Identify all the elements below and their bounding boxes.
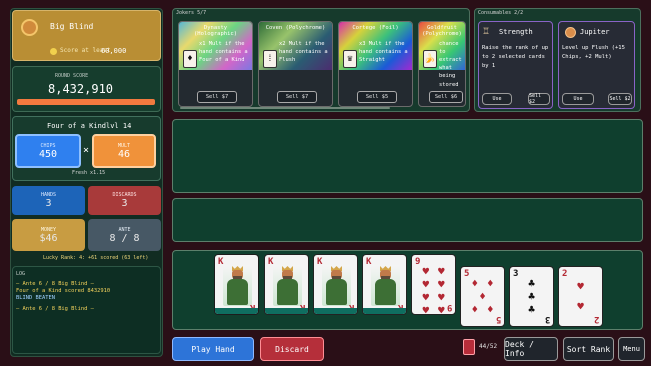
play-hand-button[interactable]: Play Hand: [172, 337, 254, 361]
joker-sell-button[interactable]: Sell $7: [197, 91, 237, 103]
discards-value: 3: [121, 198, 128, 209]
money-value: $46: [39, 232, 58, 244]
joker-sell-button[interactable]: Sell $5: [357, 91, 397, 103]
joker-sell-button[interactable]: Sell $7: [277, 91, 317, 103]
card-rank-bottom: 3: [544, 314, 550, 324]
hand-note: Fresh x1.15: [72, 170, 106, 176]
playing-card-king-diamonds[interactable]: K K: [362, 254, 407, 315]
playing-card-five-diamonds[interactable]: 5 ♦ ♦ ♦ ♦ ♦ 5: [460, 266, 505, 327]
diamond-pips: ♦ ♦ ♦ ♦ ♦: [471, 277, 494, 316]
playing-card-nine-hearts[interactable]: 9 ♥ ♥ ♥ ♥ ♥ ♥ ♥ ♥ 9: [411, 254, 456, 315]
round-score-value: 8,432,910: [48, 82, 114, 96]
card-rank-bottom: 2: [593, 314, 599, 324]
multiply-sign: ×: [83, 145, 90, 156]
joker-desc: x1 Mult if the hand contains a Four of a…: [199, 41, 248, 64]
ante-box: ANTE 8 / 8: [88, 219, 161, 251]
joker-title: Coven (Polychrome): [265, 25, 326, 31]
discard-area: [172, 198, 643, 242]
hands-value: 3: [45, 198, 52, 209]
heart-pips: ♥ ♥ ♥ ♥ ♥ ♥ ♥ ♥: [422, 265, 445, 315]
round-progress-bar: [17, 99, 155, 105]
deck-icon: [463, 339, 475, 355]
menu-button[interactable]: Menu: [618, 337, 645, 361]
hand-name: Four of a Kind: [47, 122, 107, 130]
consumable-title: Jupiter: [580, 28, 610, 36]
log-title: LOG: [16, 271, 26, 277]
banana-icon: 🍌: [423, 50, 437, 68]
deck-info-button[interactable]: Deck / Info: [504, 337, 558, 361]
discards-box: DISCARDS 3: [88, 186, 161, 215]
consumable-use-button[interactable]: Use: [562, 93, 594, 105]
joker-card[interactable]: Goldfruit (Polychrome) 🍌 chance to extra…: [418, 21, 466, 107]
king-face-icon: [273, 265, 302, 306]
joker-title: Dynasty (Holographic): [193, 25, 238, 37]
joker-sell-button[interactable]: Sell $6: [429, 91, 463, 103]
dynasty-icon: ♦: [183, 50, 197, 68]
king-face-icon: [322, 265, 351, 306]
joker-title: Cortege (Foil): [352, 25, 399, 31]
joker-card[interactable]: Cortege (Foil) ♛ x3 Mult if the hand con…: [338, 21, 413, 107]
deck-count: 44/52: [479, 343, 498, 350]
lucky-rank-text: Lucky Rank: 4: +61 scored (63 left): [43, 255, 149, 261]
play-area: [172, 119, 643, 193]
cortege-icon: ♛: [343, 50, 357, 68]
joker-title: Goldfruit (Polychrome): [422, 25, 462, 37]
playing-card-two-hearts[interactable]: 2 ♥ ♥ 2: [558, 266, 603, 327]
joker-card[interactable]: Coven (Polychrome) ⁞ x2 Mult if the hand…: [258, 21, 333, 107]
jupiter-icon: [565, 27, 576, 38]
consumable-sell-button[interactable]: Sell $2: [528, 93, 550, 105]
playing-card-king-diamonds[interactable]: K K: [313, 254, 358, 315]
card-rank-bottom: 9: [446, 302, 452, 312]
joker-scroll-track[interactable]: [180, 107, 390, 109]
consumable-sell-button[interactable]: Sell $2: [608, 93, 632, 105]
coven-icon: ⁞: [263, 50, 277, 68]
jokers-label: Jokers 5/7: [176, 10, 207, 16]
playing-card-three-clubs[interactable]: 3 ♣ ♣ ♣ 3: [509, 266, 554, 327]
playing-card-king-diamonds[interactable]: K K: [214, 254, 259, 315]
consumable-desc: Raise the rank of up to 2 selected cards…: [482, 45, 549, 69]
card-rank-bottom: 5: [495, 314, 501, 324]
blind-token-icon: [21, 19, 38, 36]
mult-value: 46: [117, 148, 131, 160]
money-box: MONEY $46: [12, 219, 85, 251]
log-line-3: BLIND BEATEN: [16, 295, 55, 301]
chips-value: 450: [38, 148, 58, 160]
king-face-icon: [371, 265, 400, 306]
club-pips: ♣ ♣ ♣: [528, 277, 535, 316]
ante-value: 8 / 8: [109, 232, 140, 244]
consumables-label: Consumables 2/2: [478, 10, 524, 16]
log-line-4: — Ante 6 / 8 Big Blind —: [16, 306, 94, 312]
mult-box: MULT 46: [92, 134, 156, 168]
discard-button[interactable]: Discard: [260, 337, 324, 361]
joker-card[interactable]: Dynasty (Holographic) ♦ x1 Mult if the h…: [178, 21, 253, 107]
heart-pips: ♥ ♥: [577, 280, 584, 313]
blind-score-value: 60,000: [101, 47, 127, 55]
consumable-title: Strength: [499, 28, 533, 36]
consumable-desc: Level up Flush (+15 Chips, +2 Mult): [562, 45, 625, 60]
chips-box: CHIPS 450: [15, 134, 81, 168]
round-score-label: ROUND SCORE: [55, 73, 89, 79]
sort-rank-button[interactable]: Sort Rank: [563, 337, 614, 361]
king-face-icon: [223, 265, 252, 306]
joker-desc: x3 Mult if the hand contains a Straight: [359, 41, 408, 64]
consumable-use-button[interactable]: Use: [482, 93, 512, 105]
playing-card-king-diamonds[interactable]: K K: [264, 254, 309, 315]
joker-desc: chance to extract what being stored: [439, 41, 462, 88]
hands-box: HANDS 3: [12, 186, 85, 215]
strength-icon: ♖: [483, 26, 490, 37]
blind-name: Big Blind: [50, 22, 94, 31]
joker-desc: x2 Mult if the hand contains a Flush: [279, 41, 328, 64]
hand-level: lvl 14: [106, 122, 132, 130]
coin-icon: [50, 48, 57, 55]
